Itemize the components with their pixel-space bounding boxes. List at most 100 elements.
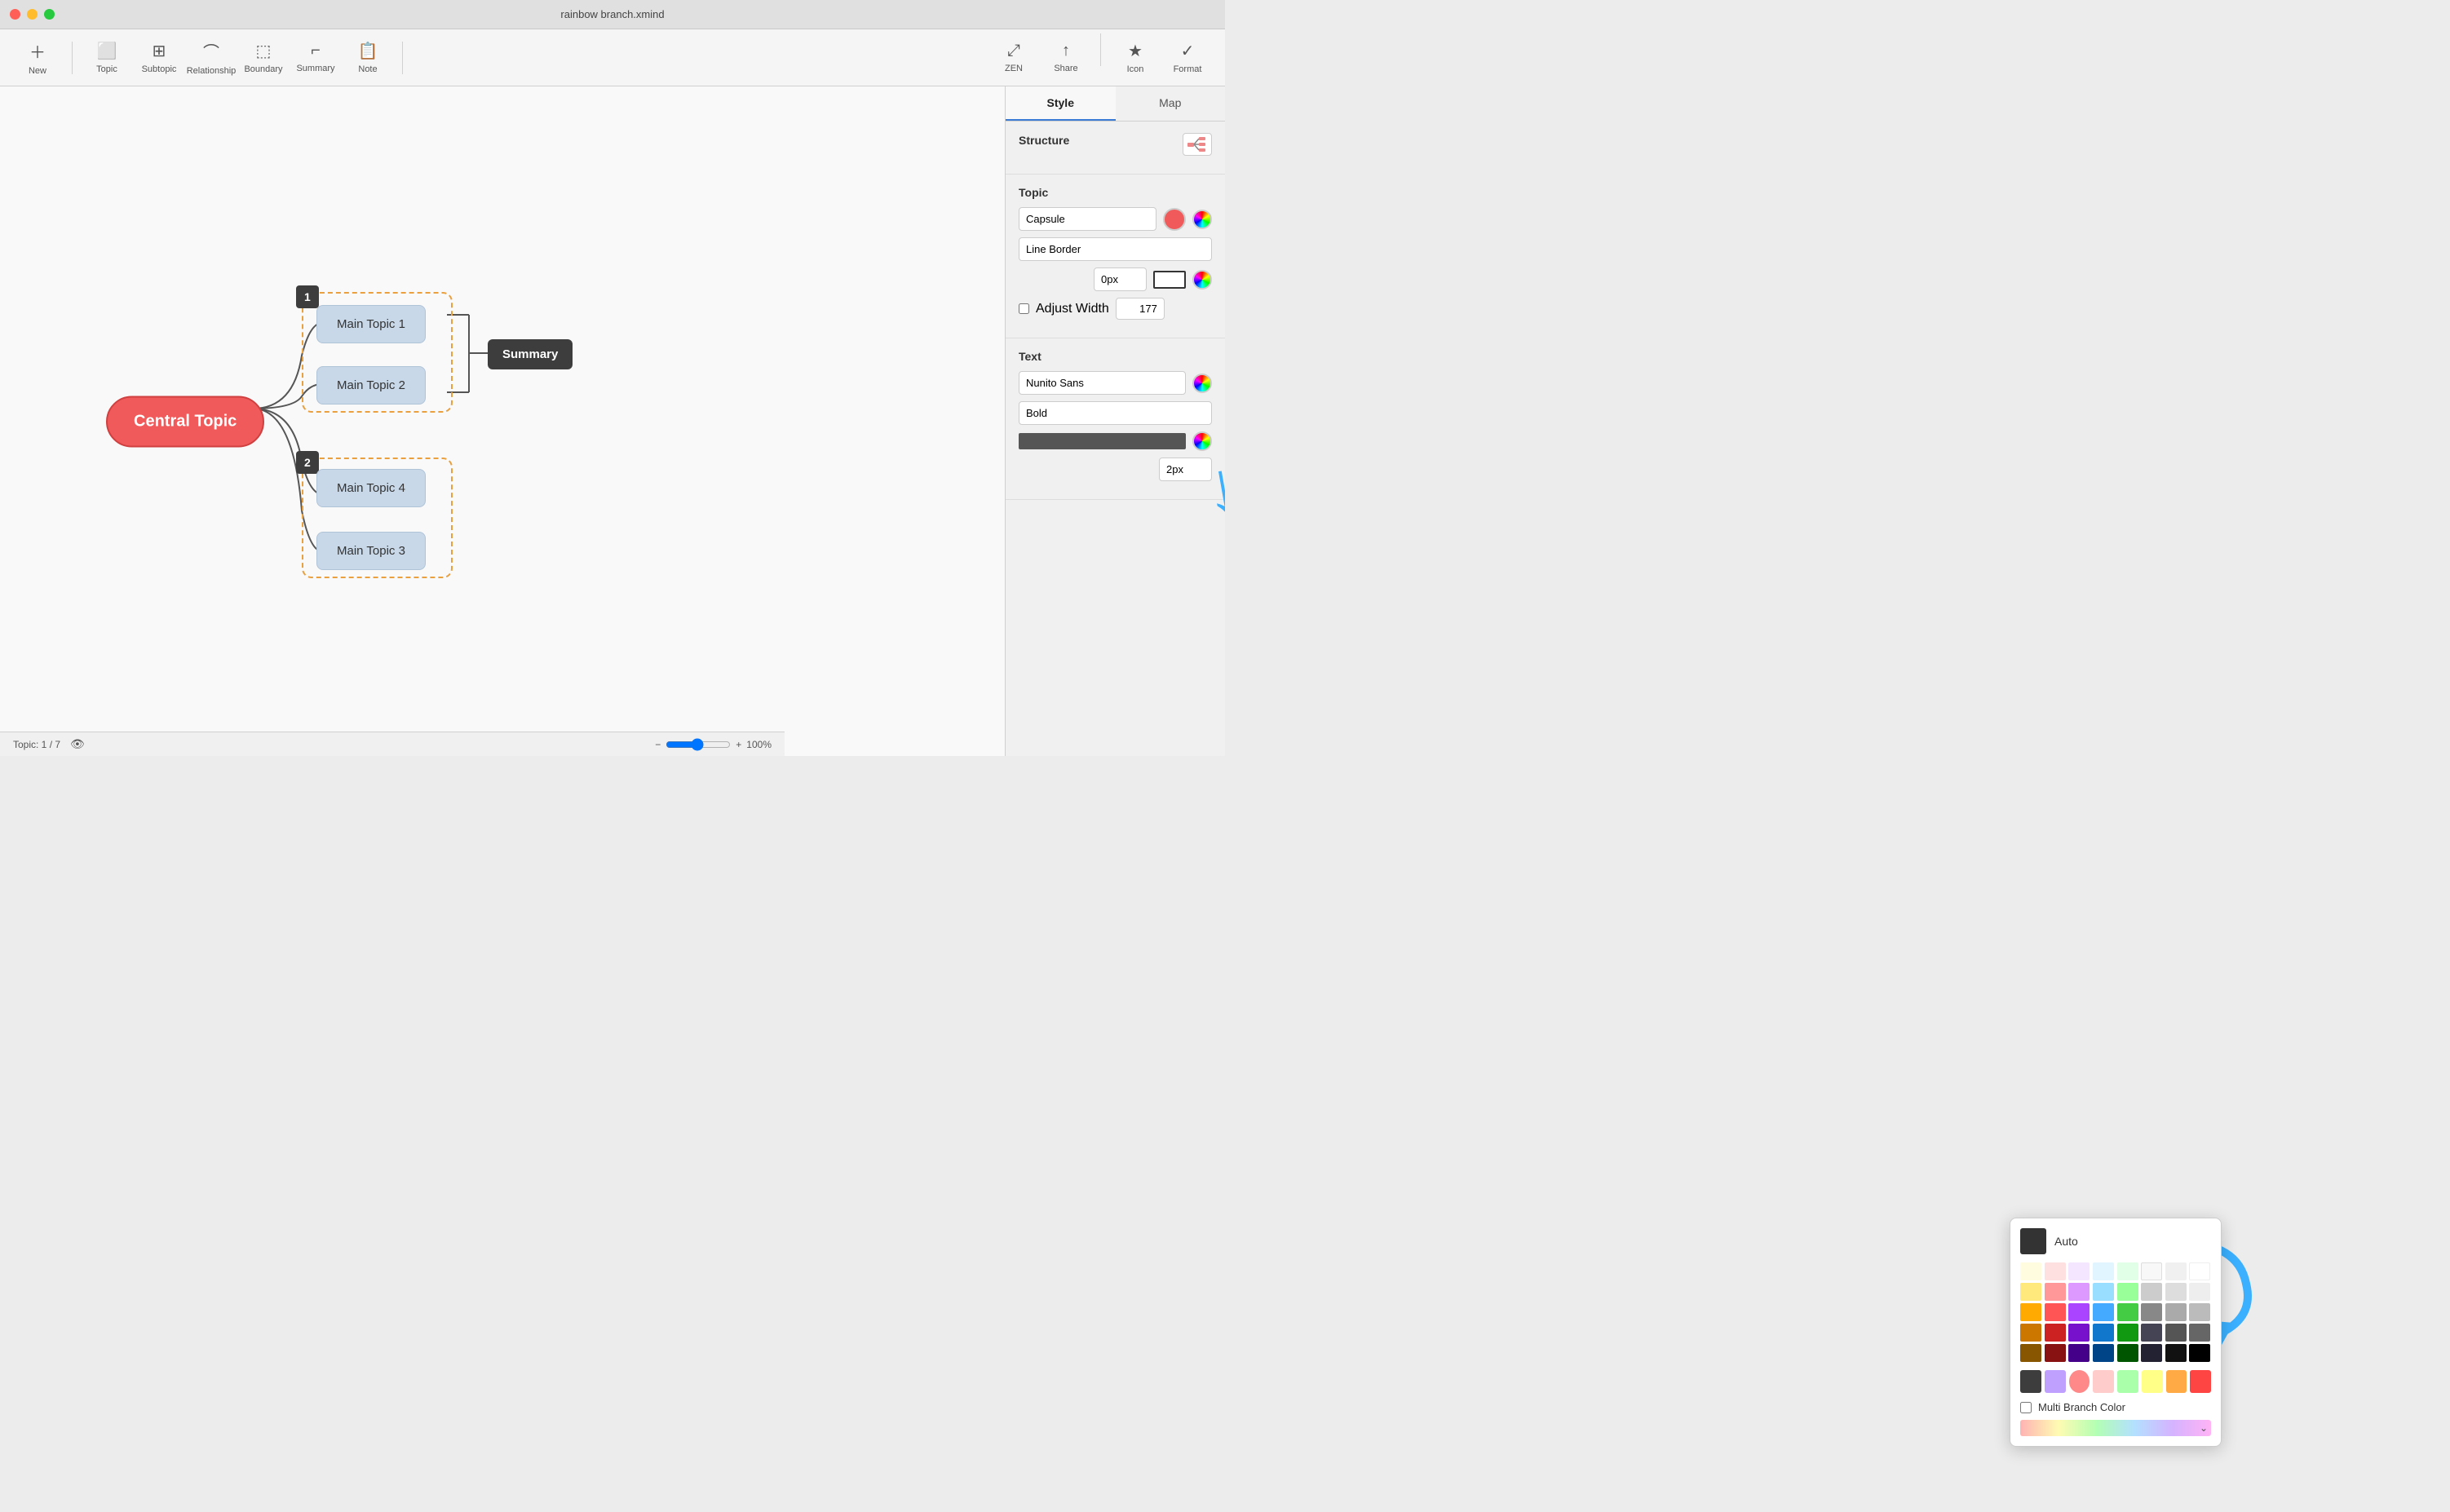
gradient-bar[interactable]: ⌄ <box>2020 1420 2211 1436</box>
topic-color-picker[interactable] <box>1192 210 1212 229</box>
color-swatch[interactable] <box>2141 1283 2162 1301</box>
subtopic-button[interactable]: ⊞ Subtopic <box>135 33 184 82</box>
bottom-swatch[interactable] <box>2190 1370 2211 1393</box>
color-swatch[interactable] <box>2045 1303 2066 1321</box>
topic-section: Topic Capsule Line Border 0px <box>1006 175 1225 338</box>
eye-icon[interactable]: 👁 <box>70 737 85 751</box>
color-swatch[interactable] <box>2093 1283 2114 1301</box>
main-topic-2[interactable]: Main Topic 2 <box>316 366 426 405</box>
zoom-slider[interactable] <box>666 738 731 751</box>
multi-branch-checkbox[interactable] <box>2020 1402 2032 1413</box>
border-size-select[interactable]: 0px <box>1094 267 1147 291</box>
boundary-button[interactable]: ⬚ Boundary <box>239 33 288 82</box>
line-size-select[interactable]: 2px <box>1159 458 1212 481</box>
new-button[interactable]: ＋ New <box>13 33 62 82</box>
color-swatch[interactable] <box>2189 1324 2210 1342</box>
color-swatch[interactable] <box>2165 1324 2187 1342</box>
color-swatch[interactable] <box>2045 1283 2066 1301</box>
color-swatch[interactable] <box>2165 1283 2187 1301</box>
toolbar-separator-2 <box>402 42 403 74</box>
color-swatch[interactable] <box>2117 1262 2138 1280</box>
auto-color-swatch[interactable] <box>2020 1228 2046 1254</box>
summary-button[interactable]: ⌐ Summary <box>291 33 340 82</box>
color-swatch[interactable] <box>2141 1324 2162 1342</box>
boundary-label: Boundary <box>244 64 282 74</box>
note-button[interactable]: 📋 Note <box>343 33 392 82</box>
color-swatch[interactable] <box>2117 1303 2138 1321</box>
color-swatch[interactable] <box>2020 1283 2041 1301</box>
bottom-swatch[interactable] <box>2069 1370 2090 1393</box>
color-swatch[interactable] <box>2093 1262 2114 1280</box>
color-swatch[interactable] <box>2068 1324 2090 1342</box>
font-select[interactable]: Nunito Sans <box>1019 371 1186 395</box>
color-swatch[interactable] <box>2068 1303 2090 1321</box>
border-color-picker[interactable] <box>1192 270 1212 290</box>
zoom-minus[interactable]: − <box>655 739 661 750</box>
bottom-swatch[interactable] <box>2142 1370 2163 1393</box>
tab-map[interactable]: Map <box>1116 86 1226 121</box>
color-swatch[interactable] <box>2141 1303 2162 1321</box>
summary-node[interactable]: Summary <box>488 339 573 369</box>
titlebar: rainbow branch.xmind <box>0 0 1225 29</box>
format-button[interactable]: ✓ Format <box>1163 33 1212 82</box>
shape-select[interactable]: Capsule <box>1019 207 1156 231</box>
tab-style[interactable]: Style <box>1006 86 1116 121</box>
bottom-swatch[interactable] <box>2166 1370 2187 1393</box>
color-swatch[interactable] <box>2189 1283 2210 1301</box>
color-swatch[interactable] <box>2093 1324 2114 1342</box>
bottom-swatch[interactable] <box>2045 1370 2066 1393</box>
zoom-plus[interactable]: + <box>736 739 741 750</box>
relationship-button[interactable]: ⌒ Relationship <box>187 33 236 82</box>
border-select[interactable]: Line Border <box>1019 237 1212 261</box>
adjust-width-checkbox[interactable] <box>1019 303 1029 314</box>
structure-icon[interactable] <box>1183 133 1212 156</box>
main-topic-4[interactable]: Main Topic 4 <box>316 469 426 507</box>
color-swatch[interactable] <box>2189 1344 2210 1362</box>
arrow-decoration: ↓ <box>1006 500 1225 533</box>
topic-button[interactable]: ⬜ Topic <box>82 33 131 82</box>
color-swatch[interactable] <box>2189 1303 2210 1321</box>
share-icon: ↑ <box>1062 42 1070 60</box>
color-swatch[interactable] <box>2020 1303 2041 1321</box>
color-swatch[interactable] <box>2045 1324 2066 1342</box>
color-swatch[interactable] <box>2068 1283 2090 1301</box>
color-swatch[interactable] <box>2117 1344 2138 1362</box>
text-section: Text Nunito Sans Bold 2px <box>1006 338 1225 500</box>
main-topic-3[interactable]: Main Topic 3 <box>316 532 426 570</box>
color-swatch[interactable] <box>2189 1262 2210 1280</box>
canvas[interactable]: Central Topic 1 2 Main Topic 1 Main Topi… <box>0 86 1005 756</box>
color-swatch[interactable] <box>2141 1344 2162 1362</box>
color-swatch[interactable] <box>2020 1344 2041 1362</box>
color-swatch[interactable] <box>2020 1262 2041 1280</box>
color-swatch[interactable] <box>2093 1344 2114 1362</box>
color-swatch[interactable] <box>2068 1262 2090 1280</box>
adjust-width-input[interactable] <box>1116 298 1165 320</box>
color-swatch[interactable] <box>2020 1324 2041 1342</box>
maximize-button[interactable] <box>44 9 55 20</box>
bottom-swatch[interactable] <box>2093 1370 2114 1393</box>
color-swatch[interactable] <box>2117 1324 2138 1342</box>
share-button[interactable]: ↑ Share <box>1041 33 1090 82</box>
color-swatch[interactable] <box>2165 1303 2187 1321</box>
zen-button[interactable]: ⤢ ZEN <box>989 33 1038 82</box>
color-swatch[interactable] <box>2068 1344 2090 1362</box>
line-color-picker[interactable] <box>1192 431 1212 451</box>
color-swatch[interactable] <box>2165 1344 2187 1362</box>
main-topic-1[interactable]: Main Topic 1 <box>316 305 426 343</box>
bottom-swatch[interactable] <box>2117 1370 2138 1393</box>
icon-button[interactable]: ★ Icon <box>1111 33 1160 82</box>
color-swatch[interactable] <box>2165 1262 2187 1280</box>
color-swatch[interactable] <box>2045 1262 2066 1280</box>
close-button[interactable] <box>10 9 20 20</box>
central-topic[interactable]: Central Topic <box>106 396 264 447</box>
minimize-button[interactable] <box>27 9 38 20</box>
color-swatch[interactable] <box>2141 1262 2162 1280</box>
color-swatch[interactable] <box>2117 1283 2138 1301</box>
bottom-swatch[interactable] <box>2020 1370 2041 1393</box>
border-color-preview <box>1153 271 1186 289</box>
color-swatch[interactable] <box>2093 1303 2114 1321</box>
font-color-picker[interactable] <box>1192 374 1212 393</box>
color-swatch[interactable] <box>2045 1344 2066 1362</box>
topic-color-swatch[interactable] <box>1163 208 1186 231</box>
font-weight-select[interactable]: Bold <box>1019 401 1212 425</box>
